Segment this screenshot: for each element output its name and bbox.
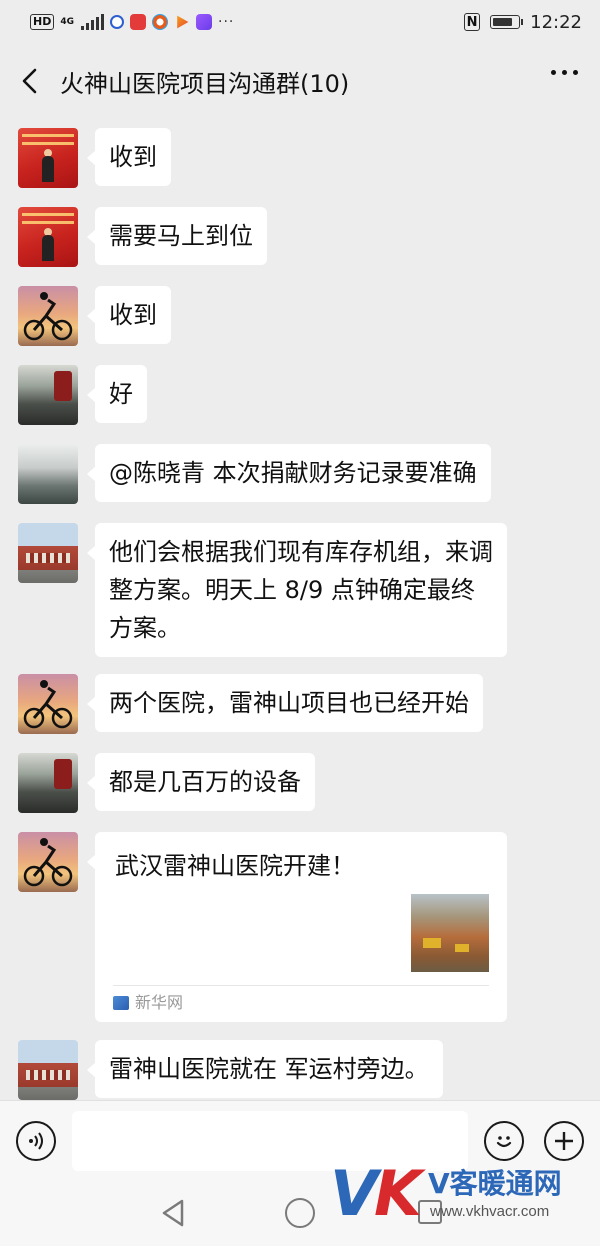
watermark-logo: VK bbox=[330, 1163, 422, 1225]
avatar[interactable] bbox=[18, 286, 78, 346]
message-item: 收到 bbox=[18, 128, 171, 188]
watermark-logo-v: V bbox=[330, 1157, 378, 1230]
notes-app-icon bbox=[130, 14, 146, 30]
message-item: 两个医院，雷神山项目也已经开始 bbox=[18, 674, 483, 734]
avatar[interactable] bbox=[18, 832, 78, 892]
xinhua-icon bbox=[113, 996, 129, 1010]
cyclist-silhouette-icon bbox=[23, 838, 73, 887]
triangle-back-icon bbox=[162, 1199, 184, 1227]
more-notifications-icon: ··· bbox=[218, 14, 235, 30]
avatar[interactable] bbox=[18, 128, 78, 188]
clock: 12:22 bbox=[530, 11, 582, 33]
more-functions-button[interactable] bbox=[544, 1121, 584, 1161]
network-type: 4G bbox=[60, 16, 74, 27]
link-card[interactable]: 武汉雷神山医院开建！ 新华网 bbox=[87, 832, 507, 1022]
battery-level bbox=[493, 18, 513, 26]
system-back-button[interactable] bbox=[160, 1198, 186, 1232]
video-app-icon bbox=[177, 15, 189, 29]
message-list[interactable]: 收到 需要马上到位 收到 好 @陈晓青 本次捐献财务记录要准确 他们会根据我们现… bbox=[0, 118, 600, 1100]
avatar[interactable] bbox=[18, 207, 78, 267]
watermark-logo-k: K bbox=[373, 1157, 422, 1230]
weibo-icon bbox=[152, 14, 168, 30]
cyclist-silhouette-icon bbox=[23, 680, 73, 729]
player-app-icon bbox=[196, 14, 212, 30]
message-bubble[interactable]: 两个医院，雷神山项目也已经开始 bbox=[87, 674, 483, 732]
link-card-thumbnail bbox=[411, 894, 489, 972]
watermark-name: V客暖通网 bbox=[428, 1167, 562, 1200]
cyclist-silhouette-icon bbox=[23, 292, 73, 341]
nfc-icon: N bbox=[464, 13, 481, 31]
plus-icon bbox=[555, 1132, 573, 1150]
chevron-left-icon bbox=[22, 68, 37, 94]
message-item: 雷神山医院就在 军运村旁边。 bbox=[18, 1040, 443, 1100]
avatar[interactable] bbox=[18, 523, 78, 583]
message-bubble[interactable]: 他们会根据我们现有库存机组，来调整方案。明天上 8/9 点钟确定最终方案。 bbox=[87, 523, 507, 657]
link-card-source-name: 新华网 bbox=[135, 993, 184, 1012]
message-item: 好 bbox=[18, 365, 147, 425]
avatar[interactable] bbox=[18, 753, 78, 813]
system-home-button[interactable] bbox=[285, 1198, 315, 1228]
divider bbox=[113, 985, 489, 986]
signal-icon bbox=[81, 14, 104, 30]
chat-title: 火神山医院项目沟通群(10) bbox=[60, 69, 350, 98]
smiley-icon bbox=[496, 1136, 512, 1148]
more-dots-icon bbox=[551, 70, 556, 75]
baidu-icon bbox=[110, 15, 124, 29]
message-item: 武汉雷神山医院开建！ 新华网 bbox=[18, 832, 507, 1022]
message-item: 需要马上到位 bbox=[18, 207, 267, 267]
message-item: 他们会根据我们现有库存机组，来调整方案。明天上 8/9 点钟确定最终方案。 bbox=[18, 523, 507, 657]
battery-icon bbox=[490, 15, 524, 29]
back-button[interactable] bbox=[0, 44, 60, 118]
avatar[interactable] bbox=[18, 365, 78, 425]
more-options-button[interactable] bbox=[551, 70, 578, 75]
link-card-source: 新华网 bbox=[113, 990, 183, 1016]
message-bubble[interactable]: @陈晓青 本次捐献财务记录要准确 bbox=[87, 444, 491, 502]
message-bubble[interactable]: 需要马上到位 bbox=[87, 207, 267, 265]
message-bubble[interactable]: 好 bbox=[87, 365, 147, 423]
emoji-button[interactable] bbox=[484, 1121, 524, 1161]
message-item: 收到 bbox=[18, 286, 171, 346]
message-item: @陈晓青 本次捐献财务记录要准确 bbox=[18, 444, 491, 504]
watermark: VK V客暖通网 www.vkhvacr.com bbox=[330, 1163, 592, 1233]
message-bubble[interactable]: 收到 bbox=[87, 128, 171, 186]
avatar[interactable] bbox=[18, 1040, 78, 1100]
status-bar: HD 4G ··· N 12:22 bbox=[0, 0, 600, 44]
avatar[interactable] bbox=[18, 444, 78, 504]
message-bubble[interactable]: 雷神山医院就在 军运村旁边。 bbox=[87, 1040, 443, 1098]
hd-indicator: HD bbox=[30, 14, 55, 30]
message-bubble[interactable]: 收到 bbox=[87, 286, 171, 344]
avatar[interactable] bbox=[18, 674, 78, 734]
message-item: 都是几百万的设备 bbox=[18, 753, 315, 813]
watermark-url: www.vkhvacr.com bbox=[430, 1203, 550, 1220]
voice-icon bbox=[29, 1132, 43, 1150]
link-card-title: 武汉雷神山医院开建！ bbox=[115, 852, 355, 880]
chat-header: 火神山医院项目沟通群(10) bbox=[0, 44, 600, 118]
message-bubble[interactable]: 都是几百万的设备 bbox=[87, 753, 315, 811]
voice-input-button[interactable] bbox=[16, 1121, 56, 1161]
